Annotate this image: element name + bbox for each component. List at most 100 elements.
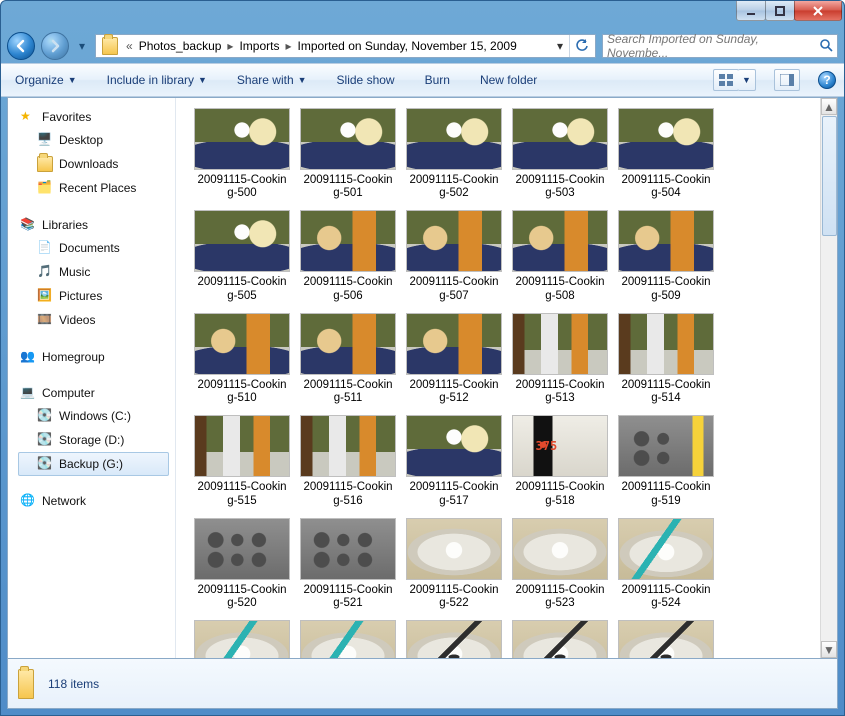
breadcrumb-item[interactable]: Photos_backup (137, 37, 224, 55)
change-view-button[interactable] (713, 69, 739, 91)
forward-button[interactable] (41, 32, 69, 60)
thumbnail-image (195, 314, 289, 374)
minimize-button[interactable] (736, 1, 766, 21)
slideshow-button[interactable]: Slide show (331, 69, 401, 91)
homegroup-icon: 👥 (20, 349, 36, 365)
file-thumbnail[interactable]: 20091115-Cooking-529 (614, 620, 718, 658)
file-thumbnail[interactable]: 20091115-Cooking-507 (402, 210, 506, 302)
file-thumbnail[interactable]: 20091115-Cooking-500 (190, 108, 294, 200)
nav-drive-c[interactable]: 💽Windows (C:) (18, 404, 169, 428)
vertical-scrollbar[interactable]: ▲ ▼ (820, 98, 837, 658)
folder-icon (18, 669, 34, 699)
file-thumbnail[interactable]: 20091115-Cooking-525 (190, 620, 294, 658)
nav-documents[interactable]: 📄Documents (18, 236, 169, 260)
network-header[interactable]: 🌐 Network (18, 490, 169, 512)
thumbnail-image (195, 621, 289, 658)
change-view-dropdown[interactable]: ▼ (738, 69, 756, 91)
file-thumbnail[interactable]: 20091115-Cooking-528 (508, 620, 612, 658)
address-dropdown-button[interactable]: ▾ (551, 39, 569, 53)
file-label: 20091115-Cooking-505 (190, 276, 294, 302)
scroll-down-button[interactable]: ▼ (821, 641, 837, 658)
search-placeholder: Search Imported on Sunday, Novembe... (607, 32, 819, 60)
new-folder-button[interactable]: New folder (474, 69, 543, 91)
search-icon (819, 38, 833, 55)
file-thumbnail[interactable]: 20091115-Cooking-516 (296, 415, 400, 507)
file-label: 20091115-Cooking-522 (402, 584, 506, 610)
thumbnail-image (513, 314, 607, 374)
file-label: 20091115-Cooking-503 (508, 174, 612, 200)
nav-videos[interactable]: 🎞️Videos (18, 308, 169, 332)
nav-pictures[interactable]: 🖼️Pictures (18, 284, 169, 308)
nav-recent-places[interactable]: 🗂️Recent Places (18, 176, 169, 200)
file-thumbnail[interactable]: 20091115-Cooking-520 (190, 518, 294, 610)
favorites-header[interactable]: ★ Favorites (18, 106, 169, 128)
file-thumbnail[interactable]: 20091115-Cooking-522 (402, 518, 506, 610)
file-thumbnail[interactable]: 20091115-Cooking-502 (402, 108, 506, 200)
chevron-right-icon[interactable]: ▸ (227, 39, 233, 53)
file-thumbnail[interactable]: 20091115-Cooking-518 (508, 415, 612, 507)
scroll-up-button[interactable]: ▲ (821, 98, 837, 115)
file-thumbnail[interactable]: 20091115-Cooking-509 (614, 210, 718, 302)
back-button[interactable] (7, 32, 35, 60)
breadcrumb-item[interactable]: Imports (237, 37, 281, 55)
nav-drive-d[interactable]: 💽Storage (D:) (18, 428, 169, 452)
file-thumbnail[interactable]: 20091115-Cooking-519 (614, 415, 718, 507)
share-with-button[interactable]: Share with▼ (231, 69, 313, 91)
recent-locations-button[interactable]: ▾ (75, 33, 89, 59)
file-thumbnail[interactable]: 20091115-Cooking-511 (296, 313, 400, 405)
file-thumbnail[interactable]: 20091115-Cooking-503 (508, 108, 612, 200)
address-bar[interactable]: « Photos_backup ▸ Imports ▸ Imported on … (95, 34, 596, 58)
nav-downloads[interactable]: Downloads (18, 152, 169, 176)
file-thumbnail[interactable]: 20091115-Cooking-513 (508, 313, 612, 405)
chevron-right-icon[interactable]: ▸ (285, 39, 291, 53)
close-button[interactable] (794, 1, 842, 21)
file-thumbnail[interactable]: 20091115-Cooking-501 (296, 108, 400, 200)
folder-icon (37, 156, 53, 172)
minimize-icon (746, 6, 756, 16)
breadcrumb-overflow[interactable]: « (126, 39, 133, 53)
breadcrumb-item[interactable]: Imported on Sunday, November 15, 2009 (296, 37, 519, 55)
file-thumbnail[interactable]: 20091115-Cooking-512 (402, 313, 506, 405)
include-in-library-button[interactable]: Include in library▼ (101, 69, 213, 91)
libraries-header[interactable]: 📚 Libraries (18, 214, 169, 236)
file-thumbnail[interactable]: 20091115-Cooking-510 (190, 313, 294, 405)
file-thumbnail[interactable]: 20091115-Cooking-517 (402, 415, 506, 507)
file-thumbnail[interactable]: 20091115-Cooking-527 (402, 620, 506, 658)
help-button[interactable]: ? (818, 71, 836, 89)
file-label: 20091115-Cooking-516 (296, 481, 400, 507)
file-thumbnail[interactable]: 20091115-Cooking-515 (190, 415, 294, 507)
thumbnail-image (195, 416, 289, 476)
thumbnail-image (513, 416, 607, 476)
burn-button[interactable]: Burn (419, 69, 456, 91)
file-thumbnail[interactable]: 20091115-Cooking-506 (296, 210, 400, 302)
details-pane: 118 items (7, 659, 838, 709)
maximize-button[interactable] (765, 1, 795, 21)
homegroup-header[interactable]: 👥 Homegroup (18, 346, 169, 368)
file-thumbnail[interactable]: 20091115-Cooking-526 (296, 620, 400, 658)
organize-button[interactable]: Organize▼ (9, 69, 83, 91)
file-thumbnail[interactable]: 20091115-Cooking-508 (508, 210, 612, 302)
file-thumbnail[interactable]: 20091115-Cooking-514 (614, 313, 718, 405)
scroll-thumb[interactable] (822, 116, 837, 236)
computer-header[interactable]: 💻 Computer (18, 382, 169, 404)
file-thumbnail[interactable]: 20091115-Cooking-524 (614, 518, 718, 610)
thumbnail-grid[interactable]: 20091115-Cooking-500 20091115-Cooking-50… (176, 98, 820, 658)
thumbnail-image (301, 314, 395, 374)
thumbnail-image (513, 519, 607, 579)
nav-desktop[interactable]: 🖥️Desktop (18, 128, 169, 152)
thumbnail-image (407, 314, 501, 374)
nav-music[interactable]: 🎵Music (18, 260, 169, 284)
file-thumbnail[interactable]: 20091115-Cooking-505 (190, 210, 294, 302)
explorer-body: ★ Favorites 🖥️Desktop Downloads 🗂️Recent… (7, 97, 838, 659)
file-label: 20091115-Cooking-507 (402, 276, 506, 302)
preview-pane-button[interactable] (774, 69, 800, 91)
refresh-button[interactable] (569, 35, 593, 57)
search-input[interactable]: Search Imported on Sunday, Novembe... (602, 34, 838, 58)
network-icon: 🌐 (20, 493, 36, 509)
file-thumbnail[interactable]: 20091115-Cooking-521 (296, 518, 400, 610)
file-label: 20091115-Cooking-521 (296, 584, 400, 610)
thumbnail-image (619, 314, 713, 374)
file-thumbnail[interactable]: 20091115-Cooking-504 (614, 108, 718, 200)
file-thumbnail[interactable]: 20091115-Cooking-523 (508, 518, 612, 610)
nav-drive-g[interactable]: 💽Backup (G:) (18, 452, 169, 476)
